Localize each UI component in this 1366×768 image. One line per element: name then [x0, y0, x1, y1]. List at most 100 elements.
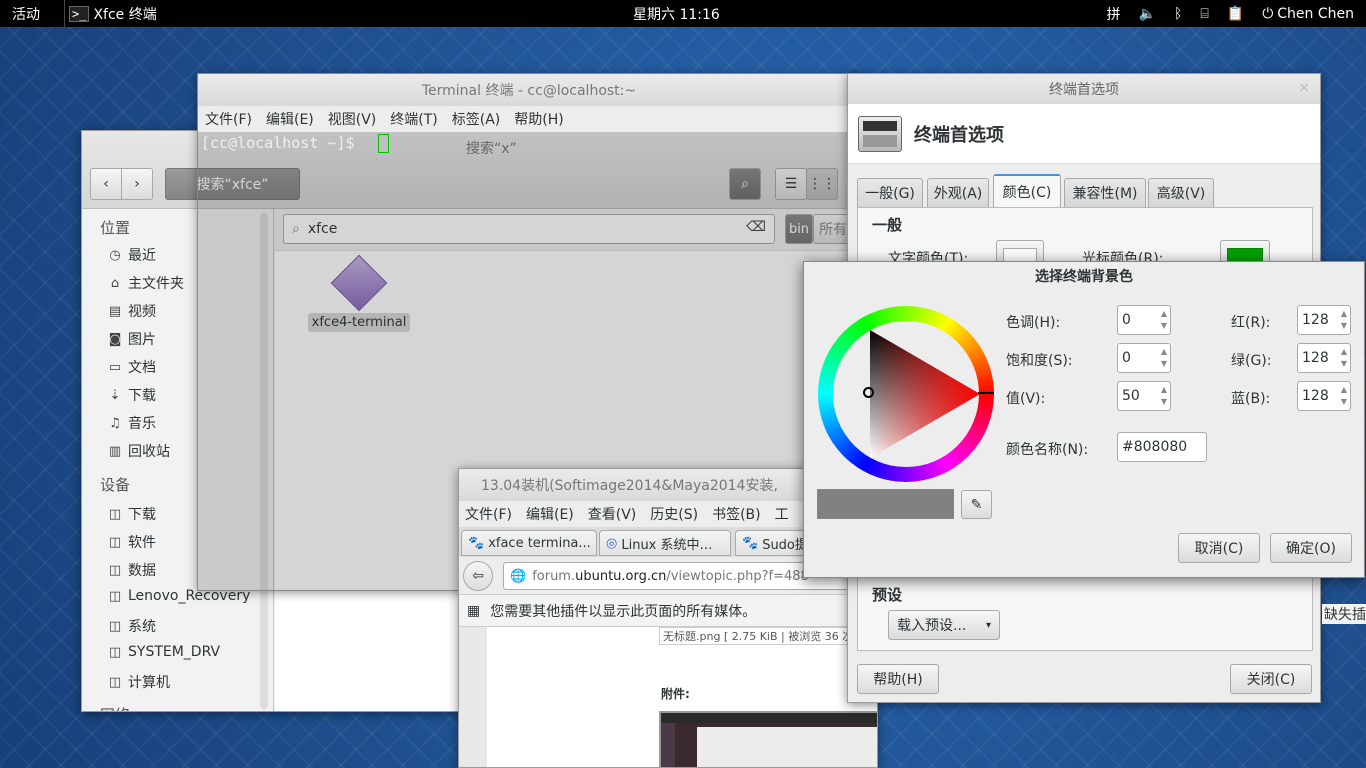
cancel-button[interactable]: 取消(C) [1178, 533, 1260, 563]
browser-menu-file[interactable]: 文件(F) [465, 504, 512, 524]
attachment-thumbnail[interactable] [659, 711, 877, 767]
terminal-app-icon: >_ [69, 5, 90, 22]
green-spinner[interactable]: 128 ▲ ▼ [1297, 343, 1351, 373]
clipboard-icon[interactable]: 📋 [1227, 6, 1244, 22]
tab-compatibility[interactable]: 兼容性(M) [1064, 178, 1146, 207]
hue-wheel[interactable] [818, 306, 994, 482]
browser-menu-history[interactable]: 历史(S) [650, 504, 698, 524]
menu-help[interactable]: 帮助(H) [514, 109, 563, 129]
preferences-heading: 终端首选项 [914, 124, 1004, 146]
drive-icon: ◫ [108, 506, 122, 522]
browser-tab[interactable]: 🐾 xface termina... [461, 530, 597, 556]
top-bar: 活动 >_ Xfce 终端 星期六 11:16 拼 🔈 ᛒ ⌸ 📋 ⏻ Chen… [0, 0, 1366, 27]
menu-file[interactable]: 文件(F) [205, 109, 252, 129]
hue-value: 0 [1122, 312, 1131, 328]
sidebar-item[interactable]: ◫ SYSTEM_DRV [108, 644, 220, 660]
sidebar-item[interactable]: ◷ 最近 [108, 245, 156, 265]
browser-title: 13.04装机(Softimage2014&Maya2014安装, [481, 478, 778, 494]
sidebar-item-label: 计算机 [128, 675, 170, 691]
sidebar-item-label: 下载 [128, 507, 156, 523]
terminal-titlebar[interactable]: Terminal 终端 - cc@localhost:~ [198, 74, 860, 106]
spin-up-icon[interactable]: ▲ [1341, 384, 1347, 396]
user-menu[interactable]: ⏻ Chen Chen [1262, 6, 1354, 22]
back-button[interactable]: ⇦ [463, 561, 493, 591]
clock[interactable]: 星期六 11:16 [633, 4, 720, 24]
load-preset-label: 载入预设... [897, 618, 967, 634]
menu-edit[interactable]: 编辑(E) [266, 109, 314, 129]
spin-down-icon[interactable]: ▼ [1341, 358, 1347, 370]
spin-up-icon[interactable]: ▲ [1341, 308, 1347, 320]
bluetooth-icon[interactable]: ᛒ [1174, 6, 1182, 22]
browser-menu-edit[interactable]: 编辑(E) [526, 504, 574, 524]
menu-view[interactable]: 视图(V) [328, 109, 377, 129]
color-name-input[interactable]: #808080 [1117, 432, 1207, 462]
browser-menu-tools[interactable]: 工 [775, 504, 789, 524]
spin-down-icon[interactable]: ▼ [1161, 320, 1167, 332]
red-value: 128 [1302, 312, 1329, 328]
menu-tabs[interactable]: 标签(A) [452, 109, 501, 129]
forward-button[interactable]: › [121, 168, 153, 200]
preferences-titlebar[interactable]: 终端首选项 × [848, 74, 1320, 104]
sidebar-item[interactable]: ◫ 系统 [108, 616, 156, 636]
sidebar-item[interactable]: ◫ 数据 [108, 560, 156, 580]
sidebar-item[interactable]: ▭ 文档 [108, 357, 156, 377]
browser-menu-view[interactable]: 查看(V) [588, 504, 637, 524]
sidebar-item[interactable]: ⌂ 主文件夹 [108, 273, 184, 293]
input-method-indicator[interactable]: 拼 [1107, 4, 1121, 24]
spin-up-icon[interactable]: ▲ [1161, 384, 1167, 396]
load-preset-dropdown[interactable]: 载入预设... ▾ [888, 610, 1000, 640]
color-picker-handle[interactable] [863, 387, 874, 398]
preferences-icon [858, 115, 902, 152]
chevron-left-icon: ‹ [103, 176, 109, 192]
ok-button[interactable]: 确定(O) [1270, 533, 1352, 563]
presets-header: 预设 [872, 586, 903, 604]
hue-label: 色调(H): [1006, 315, 1061, 331]
sidebar-item[interactable]: ◫ 软件 [108, 532, 156, 552]
network-icon[interactable]: ⌸ [1200, 6, 1208, 22]
sidebar-item[interactable]: ◫ 计算机 [108, 672, 170, 692]
globe-icon: 🌐 [510, 568, 527, 584]
page-content: 无标题.png [ 2.75 KiB | 被浏览 36 次 ] 附件: [459, 627, 877, 767]
sidebar-item[interactable]: ♫ 音乐 [108, 413, 156, 433]
tab-appearance[interactable]: 外观(A) [927, 178, 989, 207]
sidebar-item[interactable]: ◙ 图片 [108, 329, 156, 349]
color-dialog-title: 选择终端背景色 [1035, 269, 1133, 285]
saturation-spinner[interactable]: 0 ▲ ▼ [1117, 343, 1171, 373]
close-button[interactable]: 关闭(C) [1230, 664, 1312, 694]
value-spinner[interactable]: 50 ▲ ▼ [1117, 381, 1171, 411]
spin-down-icon[interactable]: ▼ [1161, 396, 1167, 408]
spin-up-icon[interactable]: ▲ [1341, 346, 1347, 358]
tab-general[interactable]: 一般(G) [857, 178, 923, 207]
spin-down-icon[interactable]: ▼ [1341, 320, 1347, 332]
drive-icon: ◫ [108, 534, 122, 550]
sidebar-item[interactable]: ▥ 回收站 [108, 441, 170, 461]
spin-up-icon[interactable]: ▲ [1161, 346, 1167, 358]
tab-advanced[interactable]: 高级(V) [1148, 178, 1214, 207]
sidebar-item-label: SYSTEM_DRV [128, 644, 221, 660]
browser-menu-bookmarks[interactable]: 书签(B) [712, 504, 761, 524]
help-button[interactable]: 帮助(H) [857, 664, 939, 694]
app-menu[interactable]: >_ Xfce 终端 [64, 0, 165, 27]
sidebar-item[interactable]: ◫ 下载 [108, 504, 156, 524]
menu-terminal[interactable]: 终端(T) [390, 109, 437, 129]
saturation-label: 饱和度(S): [1006, 353, 1073, 369]
hue-spinner[interactable]: 0 ▲ ▼ [1117, 305, 1171, 335]
back-button[interactable]: ‹ [90, 168, 122, 200]
blue-label: 蓝(B): [1231, 391, 1271, 407]
spin-up-icon[interactable]: ▲ [1161, 308, 1167, 320]
activities-button[interactable]: 活动 [12, 4, 40, 24]
color-preview-swatch [817, 489, 954, 519]
spin-down-icon[interactable]: ▼ [1161, 358, 1167, 370]
blue-spinner[interactable]: 128 ▲ ▼ [1297, 381, 1351, 411]
browser-tab[interactable]: ◎ Linux 系统中… [599, 530, 731, 556]
sidebar-item[interactable]: ⇣ 下载 [108, 385, 156, 405]
red-spinner[interactable]: 128 ▲ ▼ [1297, 305, 1351, 335]
color-name-value: #808080 [1122, 439, 1188, 455]
close-icon[interactable]: × [1298, 80, 1310, 96]
spin-down-icon[interactable]: ▼ [1341, 396, 1347, 408]
sidebar-item[interactable]: ▤ 视频 [108, 301, 156, 321]
ghost-search-label: 搜索“x” [466, 141, 517, 157]
tab-colors[interactable]: 颜色(C) [993, 174, 1061, 208]
eyedropper-button[interactable]: ✎ [961, 490, 992, 519]
volume-icon[interactable]: 🔈 [1139, 6, 1156, 22]
